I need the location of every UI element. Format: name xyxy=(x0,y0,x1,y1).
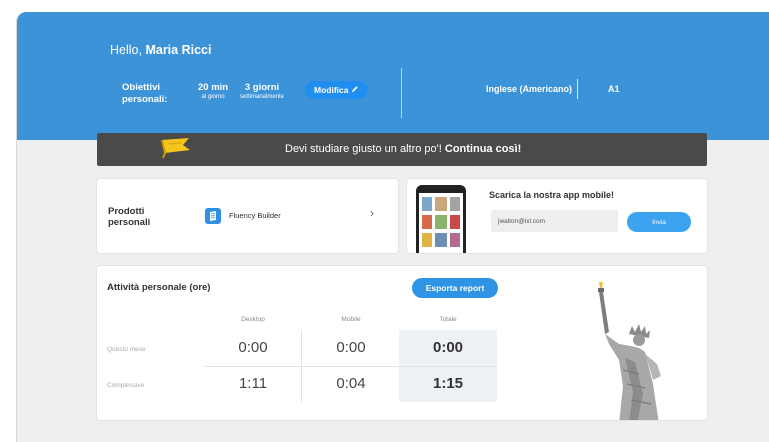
activity-card: Attività personale (ore) Esporta report … xyxy=(97,266,707,420)
email-input[interactable] xyxy=(491,210,618,232)
motivation-banner: Devi studiare giusto un altro po'! Conti… xyxy=(97,133,707,166)
export-report-button[interactable]: Esporta report xyxy=(412,278,498,298)
greeting-prefix: Hello, xyxy=(110,43,142,57)
banner-text: Devi studiare giusto un altro po'! xyxy=(285,143,442,155)
language-separator xyxy=(577,79,578,99)
dashboard-frame: Hello, Maria Ricci Obiettivi personali: … xyxy=(16,12,769,442)
phone-mockup-icon xyxy=(416,185,466,253)
product-name: Fluency Builder xyxy=(229,211,281,220)
cell-overall-desktop: 1:11 xyxy=(238,375,268,392)
goals-label: Obiettivi personali: xyxy=(122,82,168,105)
app-promo-title: Scarica la nostra app mobile! xyxy=(489,190,615,200)
goal-minutes-caption: al giorno xyxy=(201,94,225,100)
statue-of-liberty-image xyxy=(579,274,689,420)
flag-icon xyxy=(159,136,193,174)
greeting: Hello, Maria Ricci xyxy=(110,43,211,57)
cell-month-desktop: 0:00 xyxy=(238,339,268,356)
pencil-icon xyxy=(351,81,359,99)
user-name: Maria Ricci xyxy=(145,43,212,57)
cell-overall-total: 1:15 xyxy=(432,375,464,392)
send-button[interactable]: Invia xyxy=(627,212,691,232)
row-label-overall: Complessive xyxy=(107,382,145,389)
products-title: Prodotti personali xyxy=(108,206,151,228)
row-divider xyxy=(204,366,497,367)
cell-overall-mobile: 0:04 xyxy=(336,375,366,392)
cell-month-total: 0:00 xyxy=(432,339,464,356)
cell-month-mobile: 0:00 xyxy=(336,339,366,356)
goal-days: 3 giorni settimanalmente xyxy=(240,82,284,101)
banner-message: Devi studiare giusto un altro po'! Conti… xyxy=(285,133,521,166)
chevron-right-icon[interactable]: › xyxy=(370,206,374,220)
course-language: Inglese (Americano) xyxy=(486,84,573,94)
header-panel: Hello, Maria Ricci Obiettivi personali: … xyxy=(17,12,769,140)
column-header-mobile: Mobile xyxy=(341,316,361,323)
edit-goals-label: Modifica xyxy=(314,85,349,95)
goal-days-caption: settimanalmente xyxy=(240,94,285,100)
activity-title: Attività personale (ore) xyxy=(107,282,211,293)
app-promo-card: Scarica la nostra app mobile! Invia xyxy=(407,179,707,253)
fluency-builder-logo-icon xyxy=(205,208,221,224)
header-divider xyxy=(401,68,402,118)
edit-goals-button[interactable]: Modifica xyxy=(305,81,369,99)
products-card[interactable]: Prodotti personali Fluency Builder › xyxy=(97,179,398,253)
goal-days-value: 3 giorni xyxy=(244,82,280,93)
goal-minutes-value: 20 min xyxy=(198,82,229,93)
goal-minutes: 20 min al giorno xyxy=(198,82,228,101)
column-header-desktop: Desktop xyxy=(241,316,265,323)
row-label-month: Questo mese xyxy=(107,346,146,353)
banner-emphasis: Continua così! xyxy=(444,143,522,155)
column-header-total: Totale xyxy=(439,316,457,323)
course-level: A1 xyxy=(608,84,620,94)
